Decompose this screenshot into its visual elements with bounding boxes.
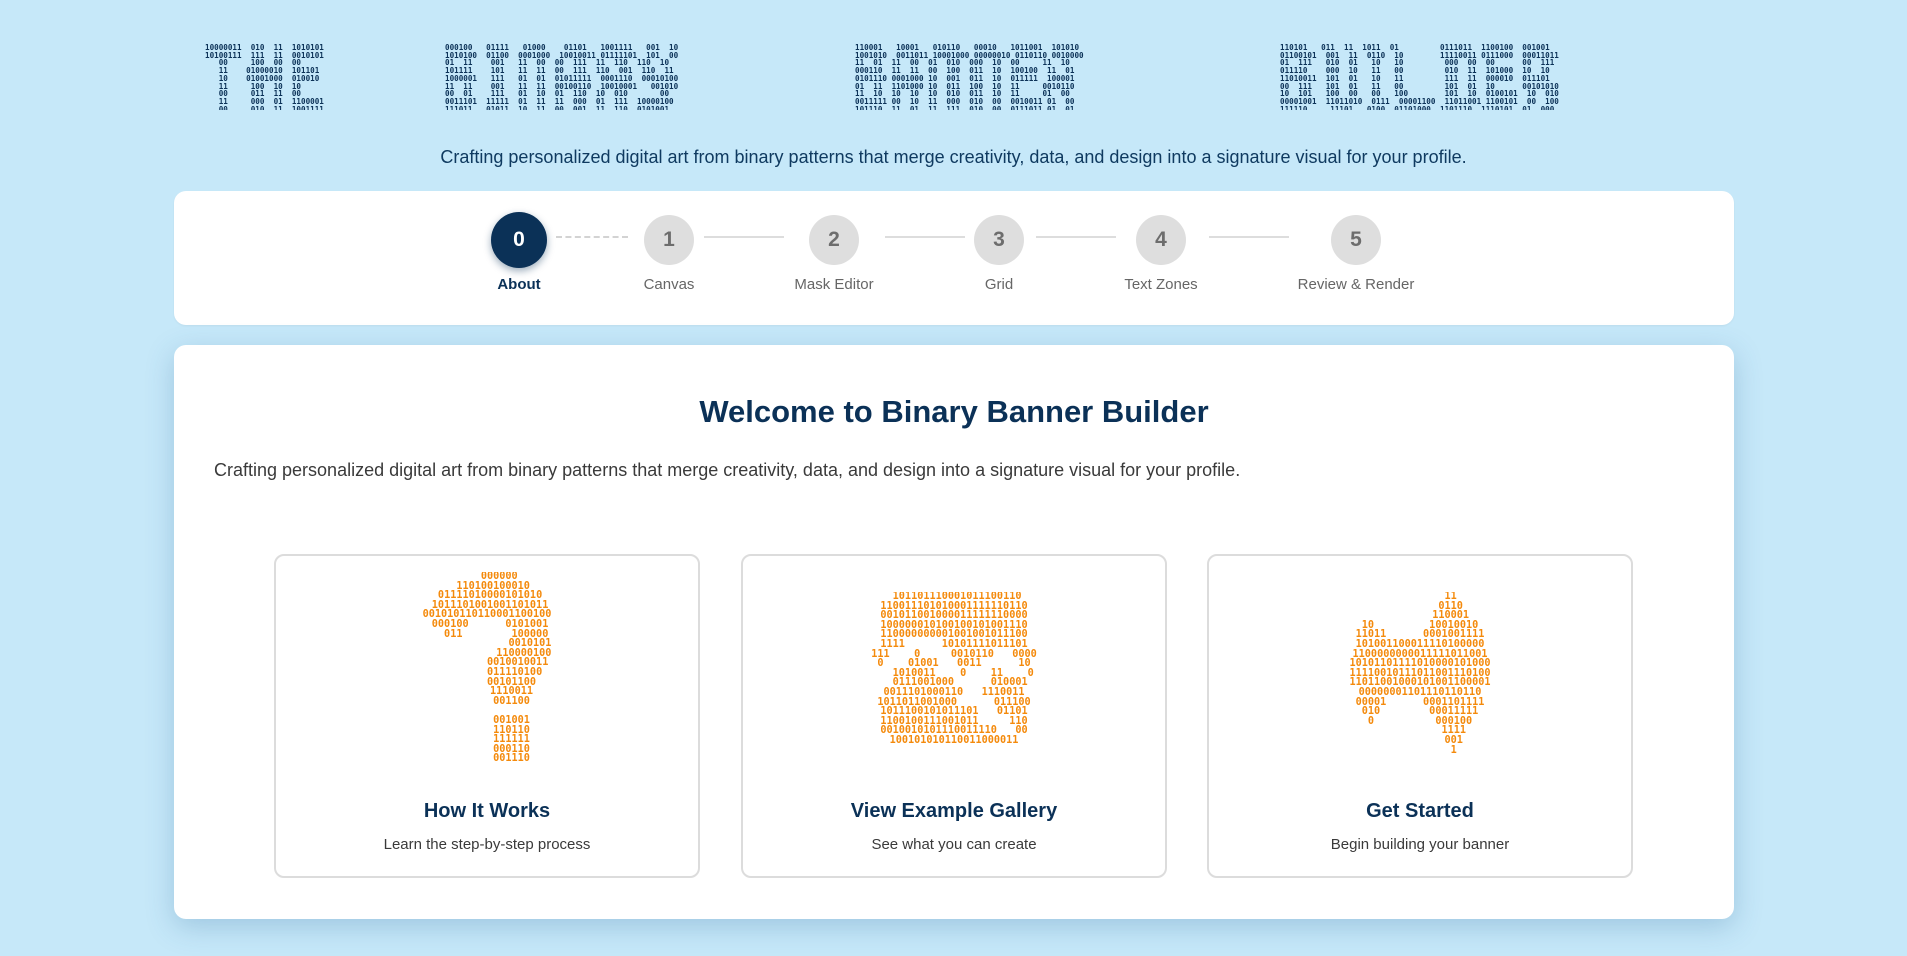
get-started-card[interactable]: 11 0110 110001 10 10010010 11011 0001001…: [1207, 554, 1633, 878]
step-number: 0: [491, 212, 547, 268]
stepper-card: 0 About 1 Canvas 2 Mask Editor 3 Grid 4 …: [174, 191, 1734, 325]
option-subtitle: Learn the step-by-step process: [383, 836, 591, 853]
image-gallery-icon: 101101110001011100110 110011101010001111…: [871, 592, 1037, 746]
logo-word-4: 110101 011 11 1011 01 0111011 1100100 00…: [1280, 44, 1559, 110]
welcome-panel: Welcome to Binary Banner Builder Craftin…: [174, 345, 1734, 919]
page-title: Welcome to Binary Banner Builder: [699, 394, 1209, 429]
step-number: 5: [1331, 215, 1381, 265]
option-title: View Example Gallery: [850, 800, 1058, 822]
step-canvas[interactable]: 1 Canvas: [589, 215, 749, 293]
step-about[interactable]: 0 About: [439, 212, 599, 293]
step-text-zones[interactable]: 4 Text Zones: [1081, 215, 1241, 293]
option-subtitle: Begin building your banner: [1330, 836, 1510, 853]
page-description: Crafting personalized digital art from b…: [214, 460, 1241, 480]
logo-word-1: 10000011 010 11 1010101 10100111 111 11 …: [205, 44, 324, 110]
step-number: 3: [974, 215, 1024, 265]
step-label: Mask Editor: [794, 276, 874, 293]
step-grid[interactable]: 3 Grid: [919, 215, 1079, 293]
question-mark-icon: 000000 110100100010 01111010000101010 10…: [422, 572, 552, 765]
step-label: Canvas: [643, 276, 695, 293]
step-number: 2: [809, 215, 859, 265]
logo-word-2: 000100 01111 01000 01101 1001111 001 10 …: [445, 44, 679, 110]
step-number: 1: [644, 215, 694, 265]
logo-word-3: 110001 10001 010110 00010 1011001 101010…: [855, 44, 1084, 110]
example-gallery-card[interactable]: 101101110001011100110 110011101010001111…: [741, 554, 1167, 878]
step-label: Text Zones: [1124, 276, 1198, 293]
step-label: Review & Render: [1297, 276, 1415, 293]
arrow-right-icon: 11 0110 110001 10 10010010 11011 0001001…: [1349, 592, 1491, 756]
how-it-works-card[interactable]: 000000 110100100010 01111010000101010 10…: [274, 554, 700, 878]
step-number: 4: [1136, 215, 1186, 265]
option-subtitle: See what you can create: [871, 836, 1037, 853]
option-title: How It Works: [423, 800, 551, 822]
step-label: Grid: [984, 276, 1014, 293]
step-label: About: [497, 276, 541, 293]
tagline: Crafting personalized digital art from b…: [440, 147, 1467, 167]
hero-binary-logo: 10000011 010 11 1010101 10100111 111 11 …: [205, 44, 1705, 110]
step-review-render[interactable]: 5 Review & Render: [1276, 215, 1436, 293]
option-title: Get Started: [1366, 800, 1474, 822]
step-mask-editor[interactable]: 2 Mask Editor: [754, 215, 914, 293]
